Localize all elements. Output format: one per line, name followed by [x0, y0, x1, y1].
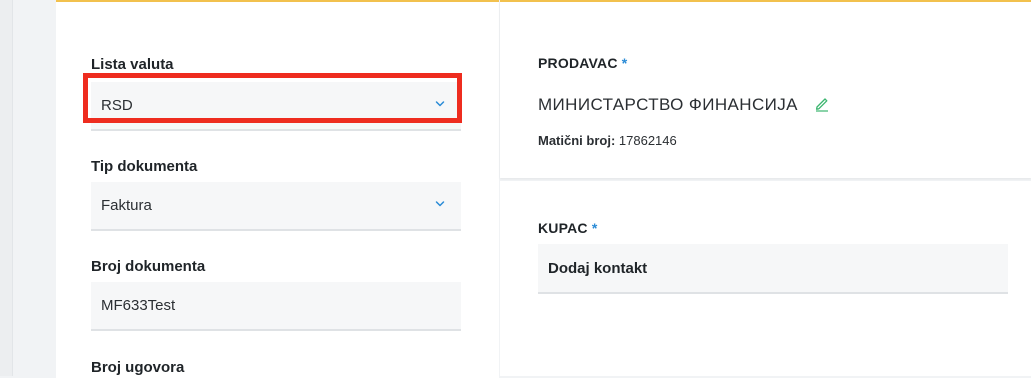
seller-title: PRODAVAC * [538, 55, 627, 71]
highlight-frame [83, 73, 462, 123]
document-number-value: MF633Test [101, 297, 176, 314]
required-mark: * [591, 220, 598, 236]
document-type-value: Faktura [101, 197, 152, 214]
seller-name: МИНИСТАРСТВО ФИНАНСИЈА [538, 95, 798, 114]
buyer-title: KUPAC * [538, 220, 598, 236]
registration-label: Matični broj: [538, 133, 616, 148]
add-contact-field[interactable]: Dodaj kontakt [538, 244, 1008, 294]
seller-registration: Matični broj: 17862146 [538, 133, 677, 148]
required-mark: * [621, 55, 628, 71]
document-form-panel: Lista valuta RSD Tip dokumenta Faktura B… [56, 0, 499, 378]
contract-number-label: Broj ugovora [91, 359, 185, 376]
document-number-input[interactable]: MF633Test [91, 282, 461, 331]
seller-card: PRODAVAC * МИНИСТАРСТВО ФИНАНСИЈА Matičn… [500, 0, 1031, 178]
document-type-select[interactable]: Faktura [91, 182, 461, 231]
currency-list-label: Lista valuta [91, 56, 174, 73]
left-gutter [0, 0, 13, 376]
buyer-card: KUPAC * Dodaj kontakt [500, 181, 1031, 376]
document-number-label: Broj dokumenta [91, 258, 206, 275]
chevron-down-icon [435, 201, 445, 207]
pencil-icon[interactable] [813, 94, 831, 112]
registration-value: 17862146 [618, 133, 677, 148]
seller-title-text: PRODAVAC [538, 55, 618, 71]
document-type-label: Tip dokumenta [91, 158, 198, 175]
buyer-title-text: KUPAC [538, 220, 588, 236]
add-contact-label: Dodaj kontakt [548, 260, 648, 277]
